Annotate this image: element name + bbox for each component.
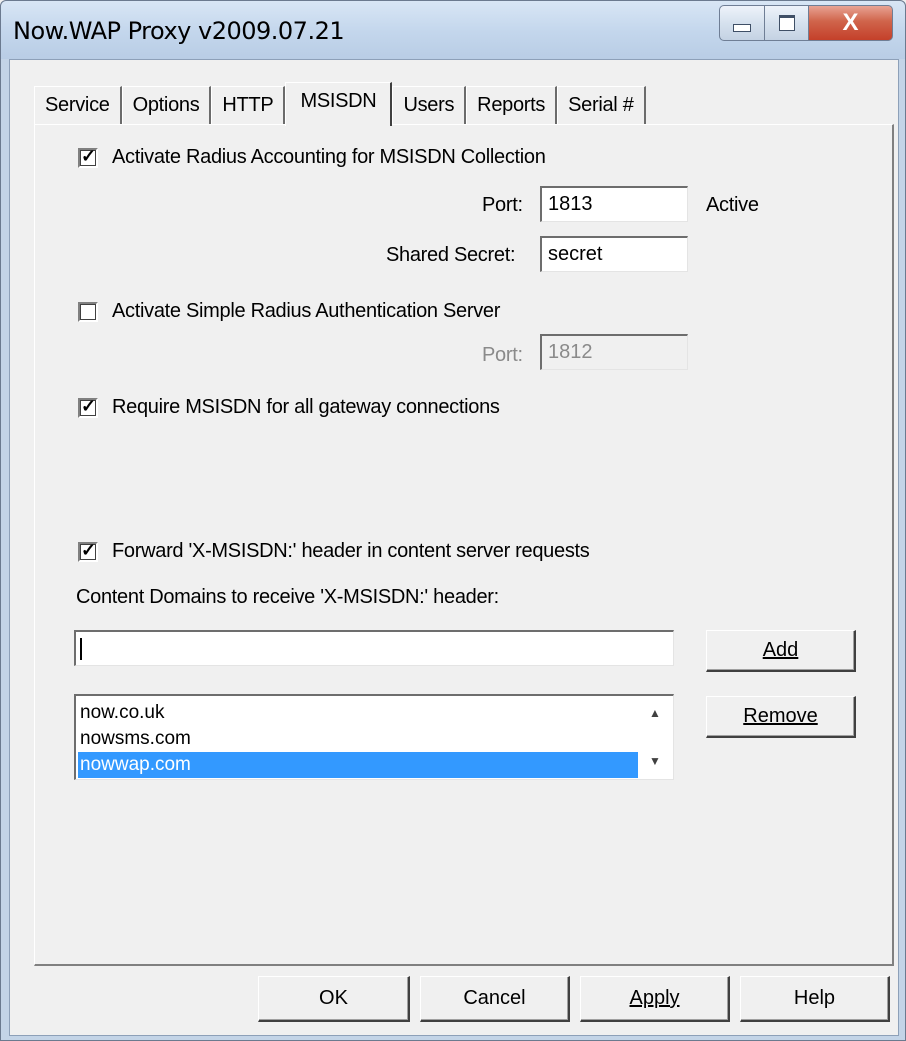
list-scrollbar[interactable]: ▲ ▼ [639, 698, 671, 778]
require-msisdn-checkbox[interactable]: ✓ [78, 396, 98, 418]
tab-service[interactable]: Service [34, 86, 122, 124]
apply-button[interactable]: Apply [580, 976, 730, 1022]
text-caret [80, 638, 82, 660]
shared-secret-label: Shared Secret: [386, 244, 516, 266]
list-item[interactable]: now.co.uk [78, 700, 638, 726]
domain-input[interactable] [74, 630, 674, 666]
forward-header-label: Forward 'X-MSISDN:' header in content se… [112, 540, 590, 562]
radius-auth-label: Activate Simple Radius Authentication Se… [112, 300, 501, 322]
domain-list[interactable]: now.co.uk nowsms.com nowwap.com ▲ ▼ [74, 694, 674, 780]
remove-domain-button[interactable]: Remove [706, 696, 856, 738]
shared-secret-input[interactable] [540, 236, 688, 272]
scroll-down-icon[interactable]: ▼ [649, 754, 661, 768]
help-button[interactable]: Help [740, 976, 890, 1022]
close-button[interactable]: X [809, 5, 893, 41]
tab-reports[interactable]: Reports [466, 86, 558, 124]
minimize-icon [733, 24, 751, 32]
radius-accounting-checkbox[interactable]: ✓ [78, 146, 98, 168]
checkmark-icon: ✓ [81, 146, 97, 166]
radius-accounting-label: Activate Radius Accounting for MSISDN Co… [112, 146, 546, 168]
close-icon: X [842, 9, 859, 36]
list-item-selected[interactable]: nowwap.com [78, 752, 638, 778]
tab-http[interactable]: HTTP [211, 86, 286, 124]
tab-msisdn[interactable]: MSISDN [285, 82, 393, 126]
require-msisdn-label: Require MSISDN for all gateway connectio… [112, 396, 500, 418]
tab-users[interactable]: Users [392, 86, 467, 124]
tab-strip: Service Options HTTP MSISDN Users Report… [34, 82, 646, 126]
forward-header-checkbox[interactable]: ✓ [78, 540, 98, 562]
accounting-port-label: Port: [482, 194, 523, 216]
add-domain-button[interactable]: Add [706, 630, 856, 672]
accounting-status-text: Active [706, 194, 759, 216]
minimize-button[interactable] [719, 5, 765, 41]
radius-auth-checkbox[interactable] [78, 302, 98, 322]
content-domains-label: Content Domains to receive 'X-MSISDN:' h… [76, 586, 499, 608]
window-title: Now.WAP Proxy v2009.07.21 [13, 17, 345, 45]
title-bar[interactable]: Now.WAP Proxy v2009.07.21 X [1, 1, 905, 59]
maximize-icon [778, 15, 795, 31]
accounting-port-input[interactable] [540, 186, 688, 222]
checkmark-icon: ✓ [81, 396, 97, 416]
ok-button[interactable]: OK [258, 976, 410, 1022]
tab-options[interactable]: Options [121, 86, 212, 124]
auth-port-input[interactable] [540, 334, 688, 370]
tab-serial[interactable]: Serial # [557, 86, 646, 124]
auth-port-label: Port: [482, 344, 523, 366]
cancel-button[interactable]: Cancel [420, 976, 570, 1022]
maximize-button[interactable] [765, 5, 809, 41]
scroll-up-icon[interactable]: ▲ [649, 706, 661, 720]
checkmark-icon: ✓ [81, 540, 97, 560]
list-item[interactable]: nowsms.com [78, 726, 638, 752]
